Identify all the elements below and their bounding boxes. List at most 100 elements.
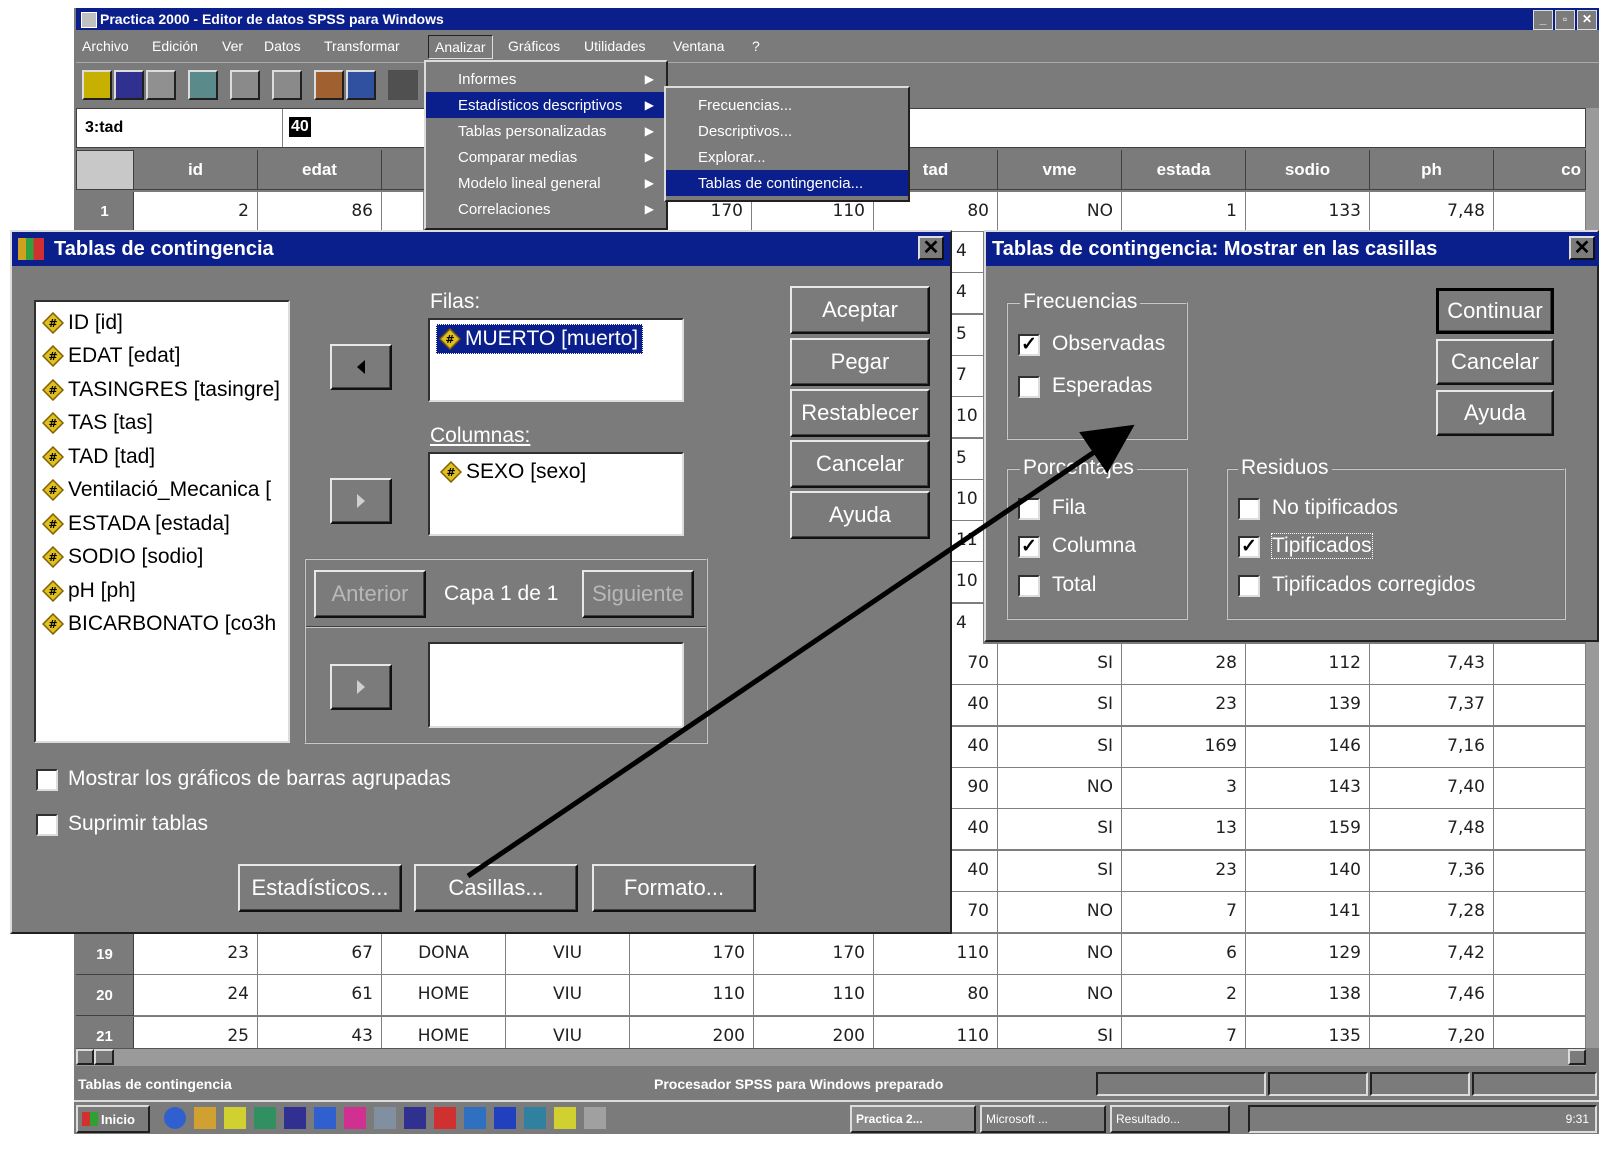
menu-analizar[interactable]: Analizar xyxy=(428,35,493,59)
grid-cell[interactable]: 139 xyxy=(1246,685,1370,727)
grid-cell[interactable]: 112 xyxy=(1246,644,1370,685)
grid-cell[interactable]: HOME xyxy=(382,975,506,1017)
variable-list-item[interactable]: # SODIO [sodio] xyxy=(41,541,288,575)
col-header-sodio[interactable]: sodio xyxy=(1246,150,1370,190)
grid-cell[interactable]: NO xyxy=(998,891,1122,933)
variable-list-item[interactable]: # pH [ph] xyxy=(41,574,288,608)
grid-cell[interactable]: 7,40 xyxy=(1370,767,1494,809)
grid-cell[interactable]: 7,43 xyxy=(1370,644,1494,685)
grid-cell[interactable] xyxy=(1494,975,1586,1017)
grid-cell[interactable]: NO xyxy=(998,934,1122,975)
grid-cell[interactable]: 2 xyxy=(134,192,258,232)
scroll-thumb[interactable] xyxy=(94,1049,114,1065)
grid-cell[interactable] xyxy=(1494,767,1586,809)
grid-cell[interactable]: 7 xyxy=(952,355,984,397)
variable-list-item[interactable]: # EDAT [edat] xyxy=(41,340,288,374)
app-icon[interactable] xyxy=(464,1107,486,1129)
grid-cell[interactable]: 11 xyxy=(952,521,984,563)
no-tipificados-checkbox[interactable] xyxy=(1238,498,1260,520)
row-header[interactable]: 1 xyxy=(76,192,134,232)
menu-item-correlaciones[interactable]: Correlaciones ▶ xyxy=(426,196,666,222)
move-to-columnas-button[interactable] xyxy=(330,478,392,524)
variable-list-item[interactable]: # BICARBONATO [co3h xyxy=(41,608,288,642)
menu-item-comparar-medias[interactable]: Comparar medias ▶ xyxy=(426,144,666,170)
columnas-list[interactable]: # SEXO [sexo] xyxy=(428,452,684,536)
grid-cell[interactable]: 129 xyxy=(1246,934,1370,975)
menu-item-estadisticos-descriptivos[interactable]: Estadísticos descriptivos ▶ xyxy=(426,92,666,118)
menu-datos[interactable]: Datos xyxy=(264,38,301,54)
variable-list-item[interactable]: # ID [id] xyxy=(41,306,288,340)
grid-cell[interactable]: 110 xyxy=(754,975,874,1017)
save-icon[interactable] xyxy=(114,70,144,100)
siguiente-button[interactable]: Siguiente xyxy=(582,570,694,618)
task-button-resultado[interactable]: Resultado... xyxy=(1110,1105,1230,1133)
suprimir-tablas-checkbox[interactable] xyxy=(36,814,58,836)
horizontal-scrollbar[interactable] xyxy=(76,1048,1586,1066)
fila-checkbox[interactable] xyxy=(1018,498,1040,520)
grid-cell[interactable]: 7,37 xyxy=(1370,685,1494,727)
scroll-left-button[interactable] xyxy=(76,1049,94,1065)
grid-cell[interactable]: 90 xyxy=(952,767,998,809)
menu-archivo[interactable]: Archivo xyxy=(82,38,129,54)
menu-item-descriptivos[interactable]: Descriptivos... xyxy=(666,118,908,144)
print-icon[interactable] xyxy=(146,70,176,100)
col-header-co[interactable]: co xyxy=(1494,150,1586,190)
grid-cell[interactable]: 3 xyxy=(1122,767,1246,809)
grid-cell[interactable]: 133 xyxy=(1246,192,1370,232)
tipificados-checkbox[interactable]: ✓ xyxy=(1238,536,1260,558)
grid-cell[interactable]: 7,42 xyxy=(1370,934,1494,975)
filas-item-muerto[interactable]: # MUERTO [muerto] xyxy=(436,324,644,354)
cancelar-button[interactable]: Cancelar xyxy=(790,440,930,488)
move-to-filas-button[interactable] xyxy=(330,344,392,390)
row-header[interactable]: 20 xyxy=(76,975,134,1017)
app-icon[interactable] xyxy=(314,1107,336,1129)
grid-cell[interactable] xyxy=(1494,934,1586,975)
grid-cell[interactable]: 10 xyxy=(952,397,984,439)
grid-cell[interactable]: 40 xyxy=(952,685,998,727)
menu-item-tablas-personalizadas[interactable]: Tablas personalizadas ▶ xyxy=(426,118,666,144)
grid-cell[interactable]: 2 xyxy=(1122,975,1246,1017)
grid-cell[interactable]: 7,16 xyxy=(1370,726,1494,768)
menu-item-tablas-contingencia[interactable]: Tablas de contingencia... xyxy=(666,170,908,196)
grid-cell[interactable]: 143 xyxy=(1246,767,1370,809)
grid-cell[interactable]: SI xyxy=(998,644,1122,685)
capa-list[interactable] xyxy=(428,642,684,728)
variable-list-item[interactable]: # Ventilació_Mecanica [ xyxy=(41,474,288,508)
grid-cell[interactable]: 67 xyxy=(258,934,382,975)
menu-ver[interactable]: Ver xyxy=(222,38,243,54)
tipificados-corregidos-checkbox[interactable] xyxy=(1238,575,1260,597)
app-icon[interactable] xyxy=(554,1107,576,1129)
columnas-item-sexo[interactable]: # SEXO [sexo] xyxy=(439,460,586,484)
grid-cell[interactable]: VIU xyxy=(506,934,630,975)
menu-item-frecuencias[interactable]: Frecuencias... xyxy=(666,92,908,118)
grid-cell[interactable]: 140 xyxy=(1246,850,1370,892)
grid-cell[interactable]: 61 xyxy=(258,975,382,1017)
grid-cell[interactable] xyxy=(382,192,424,232)
col-header-id[interactable]: id xyxy=(134,150,258,190)
grid-cell[interactable]: 7,36 xyxy=(1370,850,1494,892)
open-icon[interactable] xyxy=(82,70,112,100)
casillas-button[interactable]: Casillas... xyxy=(414,864,578,912)
variable-list-item[interactable]: # ESTADA [estada] xyxy=(41,507,288,541)
menu-item-modelo-lineal[interactable]: Modelo lineal general ▶ xyxy=(426,170,666,196)
grid-cell[interactable]: NO xyxy=(998,192,1122,232)
col-header-ph[interactable]: ph xyxy=(1370,150,1494,190)
grid-cell[interactable]: 170 xyxy=(630,934,754,975)
menu-graficos[interactable]: Gráficos xyxy=(508,38,560,54)
grid-cell[interactable]: 7 xyxy=(1122,891,1246,933)
grid-cell[interactable]: NO xyxy=(998,975,1122,1017)
task-button-practica[interactable]: Practica 2... xyxy=(850,1105,976,1133)
aceptar-button[interactable]: Aceptar xyxy=(790,286,930,334)
grid-cell[interactable]: SI xyxy=(998,809,1122,851)
grid-cell[interactable] xyxy=(1494,685,1586,727)
grid-cell[interactable]: SI xyxy=(998,850,1122,892)
ie-icon[interactable] xyxy=(164,1107,186,1129)
find-icon[interactable] xyxy=(388,70,418,100)
grid-cell[interactable]: 23 xyxy=(1122,850,1246,892)
menu-item-explorar[interactable]: Explorar... xyxy=(666,144,908,170)
ayuda-button[interactable]: Ayuda xyxy=(790,491,930,539)
menu-transformar[interactable]: Transformar xyxy=(324,38,400,54)
grid-cell[interactable]: 7,48 xyxy=(1370,192,1494,232)
col-header-estada[interactable]: estada xyxy=(1122,150,1246,190)
grid-cell[interactable]: 86 xyxy=(258,192,382,232)
